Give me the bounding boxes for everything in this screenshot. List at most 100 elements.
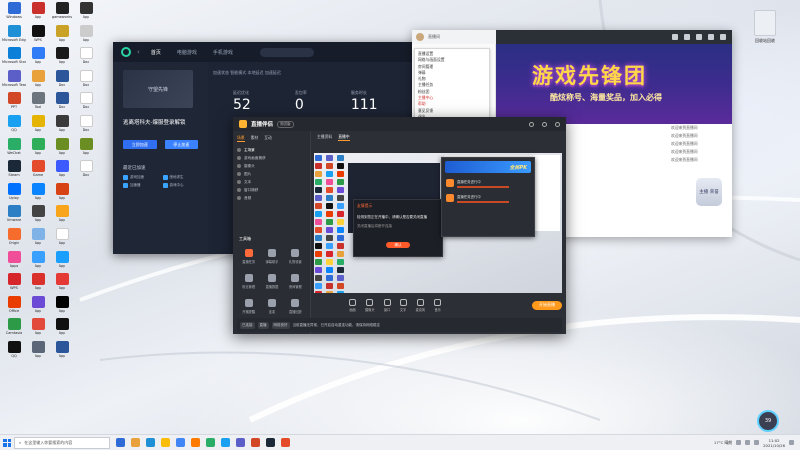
desktop-icon[interactable]: App [50, 114, 74, 138]
taskbar-app-icon[interactable] [236, 438, 245, 447]
desktop-icon[interactable]: WPS [26, 24, 50, 48]
desktop-icon[interactable]: Steam [2, 160, 26, 183]
toolbox-item[interactable]: 弹幕助手 [260, 249, 283, 264]
eye-icon[interactable] [237, 164, 241, 168]
taskbar-app-icon[interactable] [146, 438, 155, 447]
bookmark-icon[interactable] [684, 34, 690, 40]
desktop-icon[interactable]: App [50, 137, 74, 161]
desktop-icon[interactable]: QQ [2, 114, 26, 138]
ime-icon[interactable] [754, 440, 760, 445]
recent-item[interactable]: 游戏中心 [162, 183, 199, 188]
desktop-icon[interactable]: App [50, 227, 74, 251]
taskbar-app-icon[interactable] [191, 438, 200, 447]
desktop-icon[interactable]: App [50, 250, 74, 274]
scene-item[interactable]: 图片 [237, 170, 306, 178]
avatar[interactable] [416, 33, 424, 41]
desktop-icon-recycle[interactable]: 回收站回收 [750, 10, 780, 44]
desktop-icon[interactable]: QQ [2, 340, 26, 364]
floating-badge[interactable]: 39 [757, 410, 779, 432]
toolbar-button[interactable]: 画面 [349, 298, 356, 312]
desktop-icon[interactable]: App [26, 295, 50, 319]
event-banner[interactable]: 游戏先锋团 酷炫称号、海量奖品，加入必得 [496, 44, 732, 124]
start-live-button[interactable]: 开始直播 [532, 300, 562, 310]
notification-icon[interactable] [789, 440, 794, 445]
desktop-icon[interactable]: App [26, 69, 50, 93]
stop-button[interactable]: 停止加速 [164, 140, 198, 149]
desktop-icon[interactable]: Microsoft Teams [2, 69, 26, 93]
eye-icon[interactable] [237, 196, 241, 200]
desktop-icon[interactable]: Doc [74, 47, 98, 70]
desktop-icon[interactable]: App [26, 2, 50, 25]
tab-home[interactable]: 首页 [146, 49, 166, 56]
desktop-icon[interactable]: Microsoft Store [2, 47, 26, 70]
minimize-icon[interactable] [542, 121, 547, 127]
desktop-icon[interactable]: WPS [2, 273, 26, 296]
toolbox-item[interactable]: 连麦 [260, 299, 283, 314]
taskbar-app-icon[interactable] [281, 438, 290, 447]
tab-2[interactable]: 互动 [264, 135, 272, 142]
scene-item[interactable]: 主场景 [237, 146, 306, 154]
taskbar-app-icon[interactable] [266, 438, 275, 447]
desktop-icon[interactable]: Doc [74, 69, 98, 93]
desktop-icon[interactable]: Doc [74, 92, 98, 115]
toolbox-item[interactable]: 粉丝管理 [237, 274, 260, 289]
toolbox-item[interactable]: 房间管理 [284, 274, 307, 289]
desktop-icon[interactable]: Vmware [2, 205, 26, 228]
eye-icon[interactable] [237, 156, 241, 160]
desktop-icon[interactable]: App [50, 273, 74, 296]
popup-item[interactable]: 直播任务进行中 [442, 191, 534, 206]
back-icon[interactable]: ‹ [137, 48, 140, 56]
tab-0[interactable]: 场景 [237, 135, 245, 142]
center-tab[interactable]: 直播中 [338, 134, 350, 141]
desktop-icon[interactable]: Game [26, 160, 50, 183]
tab-mobile-games[interactable]: 手机游戏 [208, 49, 238, 56]
recent-item[interactable]: 加速器 [123, 183, 159, 188]
desktop-icon[interactable]: Windows [2, 2, 26, 25]
stream-tool-window[interactable]: 直播伴侣 测试版 场景 素材 互动 主场景 游戏画面捕获 摄像头 图片 文本 窗口捕获 音频 工… [233, 117, 566, 334]
clock[interactable]: 11:02 2021/10/26 [763, 438, 785, 448]
desktop-icon[interactable]: App [26, 47, 50, 70]
close-icon[interactable] [555, 121, 560, 127]
taskbar-app-icon[interactable] [206, 438, 215, 447]
eye-icon[interactable] [237, 188, 241, 192]
desktop-icon[interactable]: Doc [50, 69, 74, 93]
eye-icon[interactable] [237, 172, 241, 176]
taskbar-app-icon[interactable] [131, 438, 140, 447]
recent-item[interactable]: 游戏加速 [123, 175, 159, 180]
game-banner[interactable]: 守望先锋 [123, 70, 193, 108]
toolbar-button[interactable]: 文字 [399, 298, 407, 312]
start-button[interactable] [0, 438, 14, 447]
desktop-icon[interactable]: App [26, 340, 50, 364]
tab-pc-games[interactable]: 电脑游戏 [172, 49, 202, 56]
pk-banner[interactable]: 全民PK [445, 161, 531, 173]
close-icon[interactable] [720, 34, 726, 40]
scene-item[interactable]: 摄像头 [237, 162, 306, 170]
taskbar-search[interactable]: ⌕ 在这里输入你要搜索的内容 [14, 436, 110, 449]
desktop-icon[interactable]: Camtasia [2, 318, 26, 341]
taskbar-app-icon[interactable] [221, 438, 230, 447]
eye-icon[interactable] [237, 180, 241, 184]
taskbar-app-icon[interactable] [176, 438, 185, 447]
desktop-icon[interactable]: Origin [2, 227, 26, 251]
accelerate-button[interactable]: 立即加速 [123, 140, 157, 149]
toolbar-button[interactable]: 麦克风 [416, 298, 425, 312]
rank-badge[interactable]: 主播 荣誉 [696, 178, 722, 206]
desktop-icon[interactable]: Microsoft Edge [2, 24, 26, 48]
desktop-icon[interactable]: Doc [74, 114, 98, 138]
desktop-icon[interactable]: App [26, 318, 50, 341]
eye-icon[interactable] [237, 148, 241, 152]
taskbar-app-icon[interactable] [116, 438, 125, 447]
weather-text[interactable]: 17°C 晴朗 [714, 440, 732, 446]
desktop-icon[interactable]: gameworks [50, 2, 74, 25]
desktop-icon[interactable]: App [50, 160, 74, 183]
scene-item[interactable]: 音频 [237, 194, 306, 202]
desktop-icon[interactable]: App [50, 340, 74, 364]
desktop-icon[interactable]: App [50, 182, 74, 206]
desktop-icon[interactable]: App [26, 114, 50, 138]
toolbar-button[interactable]: 音乐 [434, 298, 442, 312]
scene-item[interactable]: 窗口捕获 [237, 186, 306, 194]
desktop-icon[interactable]: App [74, 2, 98, 25]
desktop-icon[interactable]: WeChat [2, 137, 26, 161]
toolbox-item[interactable]: 直播数据 [260, 274, 283, 289]
desktop-icon[interactable]: App [26, 205, 50, 228]
